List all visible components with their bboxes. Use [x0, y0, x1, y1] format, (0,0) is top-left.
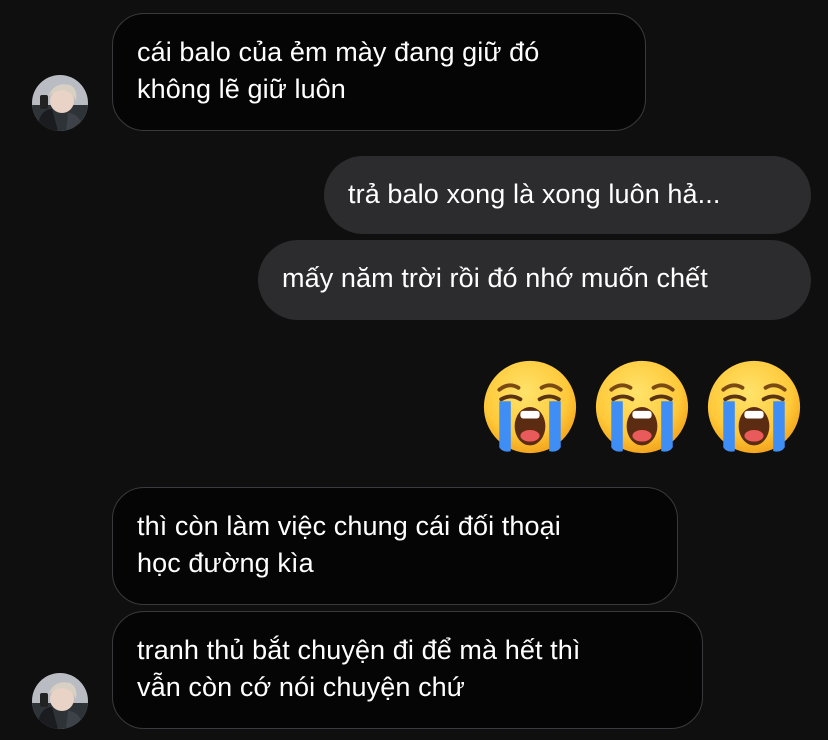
avatar-image [32, 75, 88, 131]
message-bubble-received[interactable]: cái balo của ẻm mày đang giữ đó không lẽ… [112, 13, 646, 131]
avatar[interactable] [32, 673, 88, 729]
loudly-crying-face-icon[interactable] [482, 359, 578, 455]
message-bubble-sent[interactable]: trả balo xong là xong luôn hả... [324, 156, 811, 234]
avatar[interactable] [32, 75, 88, 131]
loudly-crying-face-icon[interactable] [706, 359, 802, 455]
message-bubble-sent[interactable]: mấy năm trời rồi đó nhớ muốn chết [258, 240, 811, 320]
message-bubble-received[interactable]: thì còn làm việc chung cái đối thoại học… [112, 487, 678, 605]
avatar-image [32, 673, 88, 729]
message-bubble-received[interactable]: tranh thủ bắt chuyện đi để mà hết thì vẫ… [112, 611, 703, 729]
loudly-crying-face-icon[interactable] [594, 359, 690, 455]
